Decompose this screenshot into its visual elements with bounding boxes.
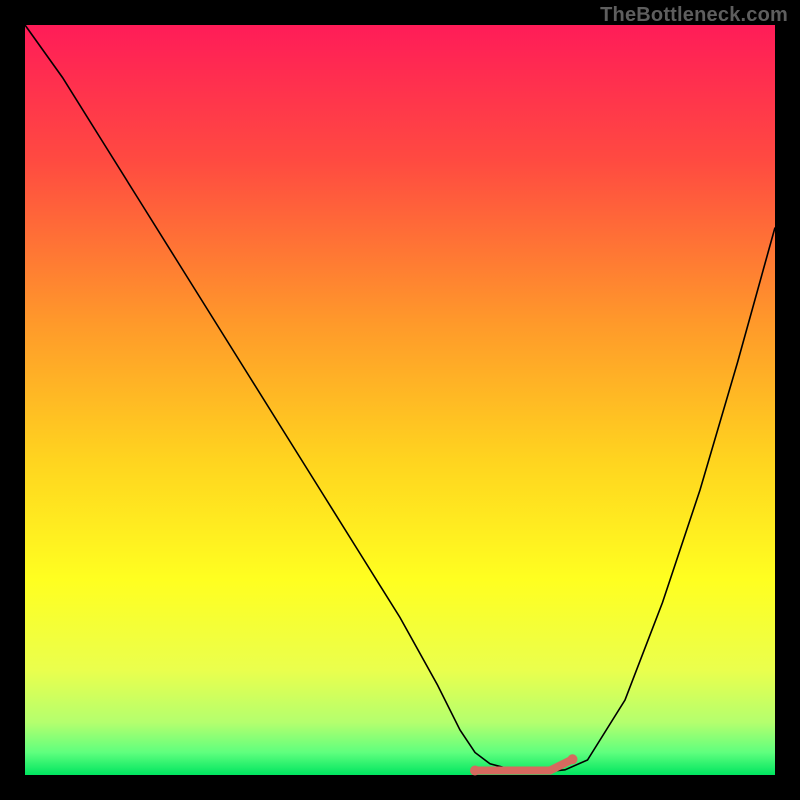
chart-plot-area <box>25 25 775 775</box>
chart-frame: TheBottleneck.com <box>0 0 800 800</box>
optimal-range-dot-right <box>568 754 578 764</box>
optimal-range-marker <box>475 759 573 770</box>
bottleneck-curve <box>25 25 775 771</box>
optimal-range-dot-left <box>470 766 480 776</box>
watermark-text: TheBottleneck.com <box>600 4 788 27</box>
chart-svg <box>25 25 775 775</box>
